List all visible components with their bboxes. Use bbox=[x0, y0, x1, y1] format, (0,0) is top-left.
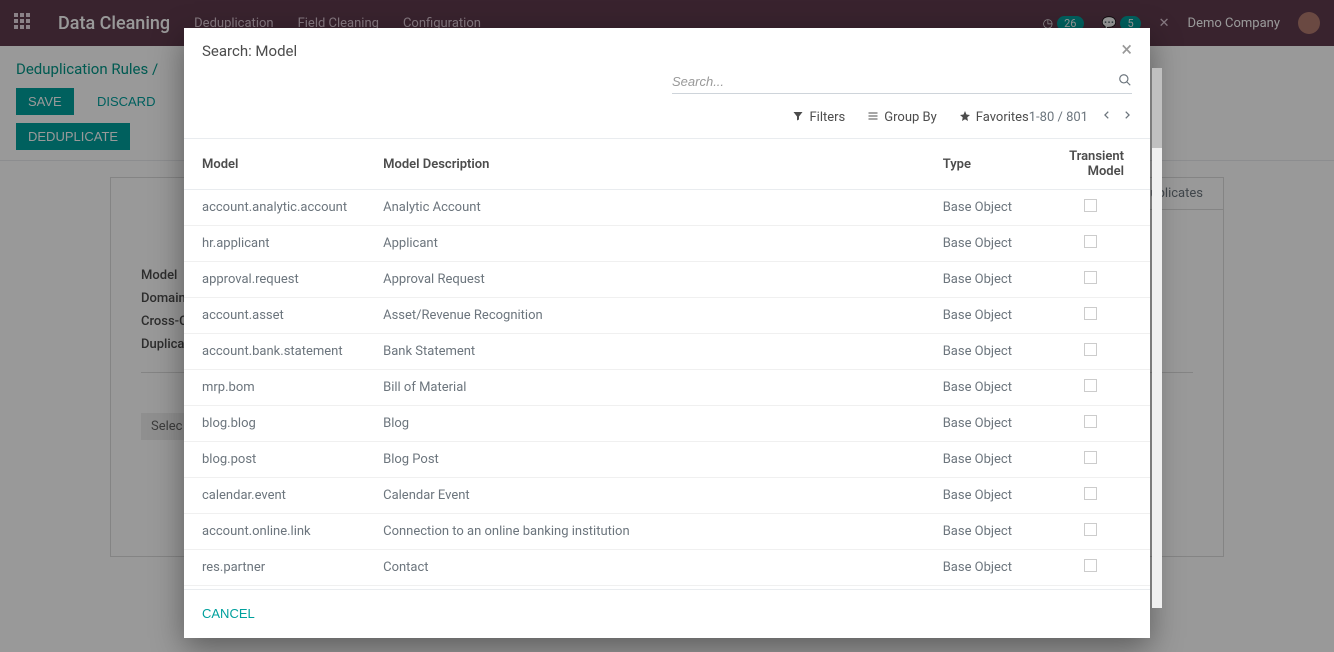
table-row[interactable]: mrp.bom Bill of Material Base Object bbox=[184, 370, 1150, 406]
modal-title: Search: Model bbox=[202, 42, 297, 60]
cell-transient bbox=[1030, 226, 1150, 262]
transient-checkbox[interactable] bbox=[1084, 271, 1097, 284]
cell-desc: Calendar Event bbox=[365, 478, 925, 514]
modal-overlay: Search: Model × bbox=[0, 0, 1334, 652]
cell-model: account.online.link bbox=[184, 514, 365, 550]
cell-transient bbox=[1030, 298, 1150, 334]
filters-button[interactable]: Filters bbox=[792, 110, 845, 125]
cell-desc: Applicant bbox=[365, 226, 925, 262]
cell-desc: Analytic Account bbox=[365, 190, 925, 226]
groupby-button[interactable]: Group By bbox=[867, 110, 937, 125]
table-row[interactable]: account.bank.statement Bank Statement Ba… bbox=[184, 334, 1150, 370]
cell-type: Base Object bbox=[925, 442, 1030, 478]
cell-type: Base Object bbox=[925, 334, 1030, 370]
list-icon bbox=[867, 110, 879, 125]
cell-transient bbox=[1030, 190, 1150, 226]
search-input[interactable] bbox=[672, 74, 1118, 89]
cell-model: approval.request bbox=[184, 262, 365, 298]
transient-checkbox[interactable] bbox=[1084, 235, 1097, 248]
transient-checkbox[interactable] bbox=[1084, 307, 1097, 320]
cell-type: Base Object bbox=[925, 190, 1030, 226]
cell-model: account.bank.statement bbox=[184, 334, 365, 370]
table-row[interactable]: account.asset Asset/Revenue Recognition … bbox=[184, 298, 1150, 334]
cell-model: mrp.bom bbox=[184, 370, 365, 406]
transient-checkbox[interactable] bbox=[1084, 379, 1097, 392]
pager-prev[interactable] bbox=[1102, 108, 1112, 126]
cell-type: Base Object bbox=[925, 226, 1030, 262]
cell-transient bbox=[1030, 406, 1150, 442]
cell-type: Base Object bbox=[925, 514, 1030, 550]
pager-text[interactable]: 1-80 / 801 bbox=[1029, 110, 1088, 125]
cell-desc: Blog Post bbox=[365, 442, 925, 478]
cell-type: Base Object bbox=[925, 298, 1030, 334]
cell-type: Base Object bbox=[925, 406, 1030, 442]
col-model[interactable]: Model bbox=[184, 139, 365, 190]
transient-checkbox[interactable] bbox=[1084, 559, 1097, 572]
cell-type: Base Object bbox=[925, 550, 1030, 586]
close-icon[interactable]: × bbox=[1121, 42, 1132, 56]
funnel-icon bbox=[792, 110, 804, 125]
search-box bbox=[672, 70, 1132, 94]
cell-transient bbox=[1030, 370, 1150, 406]
col-transient[interactable]: Transient Model bbox=[1030, 139, 1150, 190]
cell-model: account.analytic.account bbox=[184, 190, 365, 226]
scrollbar[interactable] bbox=[1152, 68, 1162, 608]
cell-type: Base Object bbox=[925, 370, 1030, 406]
cell-desc: Blog bbox=[365, 406, 925, 442]
cell-transient bbox=[1030, 550, 1150, 586]
table-row[interactable]: account.analytic.account Analytic Accoun… bbox=[184, 190, 1150, 226]
col-desc[interactable]: Model Description bbox=[365, 139, 925, 190]
cell-desc: Approval Request bbox=[365, 262, 925, 298]
table-row[interactable]: calendar.event Calendar Event Base Objec… bbox=[184, 478, 1150, 514]
table-row[interactable]: account.online.link Connection to an onl… bbox=[184, 514, 1150, 550]
cell-transient bbox=[1030, 262, 1150, 298]
cell-type: Base Object bbox=[925, 262, 1030, 298]
cell-transient bbox=[1030, 334, 1150, 370]
cell-model: account.asset bbox=[184, 298, 365, 334]
transient-checkbox[interactable] bbox=[1084, 523, 1097, 536]
cell-type: Base Object bbox=[925, 478, 1030, 514]
pager-next[interactable] bbox=[1122, 108, 1132, 126]
cell-transient bbox=[1030, 442, 1150, 478]
cell-transient bbox=[1030, 514, 1150, 550]
table-row[interactable]: blog.blog Blog Base Object bbox=[184, 406, 1150, 442]
model-table: Model Model Description Type Transient M… bbox=[184, 139, 1150, 586]
cell-model: res.partner bbox=[184, 550, 365, 586]
cell-model: calendar.event bbox=[184, 478, 365, 514]
table-row[interactable]: hr.applicant Applicant Base Object bbox=[184, 226, 1150, 262]
cell-desc: Bill of Material bbox=[365, 370, 925, 406]
cell-desc: Asset/Revenue Recognition bbox=[365, 298, 925, 334]
table-row[interactable]: approval.request Approval Request Base O… bbox=[184, 262, 1150, 298]
table-row[interactable]: res.partner Contact Base Object bbox=[184, 550, 1150, 586]
cell-desc: Contact bbox=[365, 550, 925, 586]
modal-body[interactable]: Model Model Description Type Transient M… bbox=[184, 139, 1150, 589]
cancel-button[interactable]: CANCEL bbox=[202, 606, 255, 621]
transient-checkbox[interactable] bbox=[1084, 487, 1097, 500]
col-type[interactable]: Type bbox=[925, 139, 1030, 190]
transient-checkbox[interactable] bbox=[1084, 415, 1097, 428]
transient-checkbox[interactable] bbox=[1084, 199, 1097, 212]
cell-transient bbox=[1030, 478, 1150, 514]
search-model-dialog: Search: Model × bbox=[184, 28, 1150, 638]
cell-model: blog.blog bbox=[184, 406, 365, 442]
cell-model: hr.applicant bbox=[184, 226, 365, 262]
search-icon[interactable] bbox=[1118, 73, 1132, 90]
cell-model: blog.post bbox=[184, 442, 365, 478]
star-icon bbox=[959, 110, 971, 125]
table-row[interactable]: blog.post Blog Post Base Object bbox=[184, 442, 1150, 478]
favorites-button[interactable]: Favorites bbox=[959, 110, 1029, 125]
cell-desc: Connection to an online banking institut… bbox=[365, 514, 925, 550]
transient-checkbox[interactable] bbox=[1084, 451, 1097, 464]
transient-checkbox[interactable] bbox=[1084, 343, 1097, 356]
cell-desc: Bank Statement bbox=[365, 334, 925, 370]
